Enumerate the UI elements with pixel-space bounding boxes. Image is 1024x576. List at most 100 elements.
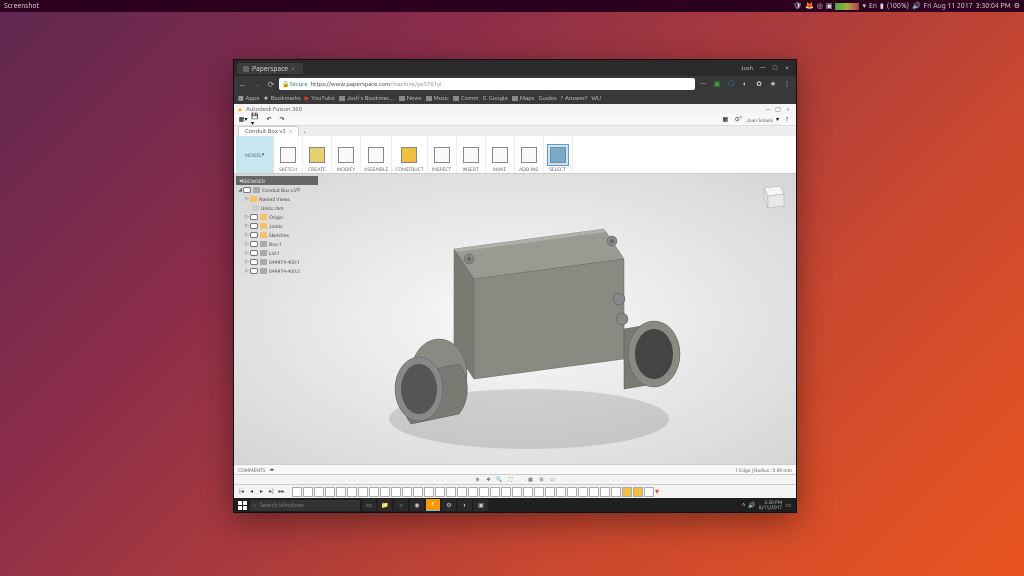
tree-item[interactable]: ▷Named Views	[236, 194, 318, 203]
timeline-feature[interactable]	[358, 487, 368, 497]
chrome-titlebar[interactable]: Paperspace × Josh ─ □ ×	[234, 60, 796, 76]
timeline-feature[interactable]	[523, 487, 533, 497]
data-panel-icon[interactable]: ▦	[720, 115, 730, 125]
tree-item[interactable]: ▷Joints	[236, 221, 318, 230]
ribbon-insert[interactable]: INSERT	[457, 136, 486, 173]
timeline-feature[interactable]	[534, 487, 544, 497]
fit-icon[interactable]: ⛶	[507, 476, 515, 484]
chrome-tray-icon[interactable]: ◎	[817, 2, 823, 10]
timeline-feature[interactable]	[589, 487, 599, 497]
timeline-feature[interactable]	[303, 487, 313, 497]
file-menu-icon[interactable]: ▦▾	[238, 115, 248, 125]
extension-icon[interactable]: ⋯	[697, 78, 709, 90]
ribbon-sketch[interactable]: SKETCH	[274, 136, 303, 173]
timeline-feature[interactable]	[424, 487, 434, 497]
tree-item[interactable]: ▷Box:1	[236, 239, 318, 248]
bookmark-folder[interactable]: Comm	[453, 95, 479, 102]
timeline-feature[interactable]	[336, 487, 346, 497]
workspace-switcher[interactable]: MODEL ▾	[236, 136, 274, 173]
timeline-feature[interactable]	[644, 487, 654, 497]
address-bar[interactable]: 🔒 Secure https://www.paperspace.com/mach…	[279, 78, 695, 90]
ribbon-inspect[interactable]: INSPECT	[428, 136, 457, 173]
maximize-button[interactable]: □	[769, 63, 781, 73]
extension-icon[interactable]: ◐	[739, 78, 751, 90]
timeline-fwd-icon[interactable]: ▸|	[267, 487, 276, 496]
grid-icon[interactable]: ⊞	[538, 476, 546, 484]
orbit-icon[interactable]: ⊕	[474, 476, 482, 484]
time[interactable]: 3:30:04 PM	[976, 2, 1011, 10]
settings-icon[interactable]: ⚙	[442, 499, 456, 511]
extension-icon[interactable]: ★	[767, 78, 779, 90]
bookmark-item[interactable]: ? Answer?	[561, 95, 588, 102]
explorer-icon[interactable]: 📁	[378, 499, 392, 511]
dropbox-icon[interactable]: ▣	[826, 2, 833, 10]
timeline-feature[interactable]	[600, 487, 610, 497]
tree-item[interactable]: ▷Lid:1	[236, 248, 318, 257]
date[interactable]: Fri Aug 11 2017	[924, 2, 973, 10]
start-button[interactable]	[236, 499, 248, 511]
back-button[interactable]: ←	[237, 78, 249, 90]
notifications-icon[interactable]: ▭	[785, 502, 791, 509]
viewport[interactable]: ◂ BROWSER ◢Conduit Box v3 ⊙ ▷Named Views…	[234, 174, 796, 464]
tree-item[interactable]: ▷Sketches	[236, 230, 318, 239]
save-icon[interactable]: 💾▾	[251, 115, 261, 125]
timeline-feature[interactable]	[578, 487, 588, 497]
dropdown-icon[interactable]: ▾	[776, 116, 779, 123]
timeline-feature[interactable]	[567, 487, 577, 497]
pan-icon[interactable]: ✥	[485, 476, 493, 484]
extension-icon[interactable]: ▣	[711, 78, 723, 90]
redo-icon[interactable]: ↷	[277, 115, 287, 125]
timeline-end-icon[interactable]: ▸▸	[277, 487, 286, 496]
minimize-button[interactable]: ─	[757, 63, 769, 73]
bookmark-item[interactable]: ▶ YouTube	[305, 95, 335, 102]
bookmark-folder[interactable]: Maps	[512, 95, 534, 102]
timeline-feature[interactable]	[314, 487, 324, 497]
ribbon-assemble[interactable]: ASSEMBLE	[361, 136, 392, 173]
volume-icon[interactable]: 🔊	[748, 502, 755, 509]
timeline-feature[interactable]	[413, 487, 423, 497]
timeline-feature[interactable]	[468, 487, 478, 497]
timeline-play-icon[interactable]: ▸	[257, 487, 266, 496]
timeline-feature[interactable]	[325, 487, 335, 497]
zoom-icon[interactable]: 🔍	[496, 476, 504, 484]
browser-tab[interactable]: Paperspace ×	[237, 63, 303, 74]
edge-icon[interactable]: e	[394, 499, 408, 511]
app-icon[interactable]: ▣	[474, 499, 488, 511]
app-icon[interactable]: ◐	[458, 499, 472, 511]
bookmark-folder[interactable]: News	[399, 95, 422, 102]
tray-app-icon[interactable]: 🦊	[805, 2, 814, 10]
task-view-icon[interactable]: ▭	[362, 499, 376, 511]
close-button[interactable]: ×	[781, 63, 793, 73]
timeline-feature[interactable]	[435, 487, 445, 497]
keyboard-lang[interactable]: En	[869, 2, 877, 10]
timeline-feature[interactable]	[633, 487, 643, 497]
timeline-feature[interactable]	[292, 487, 302, 497]
tree-item[interactable]: ▷Origin	[236, 212, 318, 221]
timeline-feature[interactable]	[479, 487, 489, 497]
tree-item[interactable]: Units: mm	[236, 203, 318, 212]
close-tab-icon[interactable]: ×	[289, 128, 292, 135]
apps-button[interactable]: ▦ Apps	[238, 95, 259, 102]
bookmark-item[interactable]: WU	[591, 95, 601, 102]
minimize-button[interactable]: ─	[763, 105, 773, 113]
forward-button[interactable]: →	[251, 78, 263, 90]
undo-icon[interactable]: ↶	[264, 115, 274, 125]
system-monitor-icon[interactable]	[835, 3, 859, 10]
bookmark-item[interactable]: ★ Bookmarks	[263, 95, 300, 102]
timeline-marker[interactable]: ▾	[655, 487, 659, 496]
session-icon[interactable]: ⚙	[1014, 2, 1020, 10]
display-icon[interactable]: ▦	[527, 476, 535, 484]
ribbon-construct[interactable]: CONSTRUCT	[392, 136, 427, 173]
timeline-feature[interactable]	[512, 487, 522, 497]
timeline-feature[interactable]	[391, 487, 401, 497]
timeline-back-icon[interactable]: ◂	[247, 487, 256, 496]
document-tab[interactable]: Conduit Box v3 ×	[238, 126, 299, 136]
reload-button[interactable]: ⟳	[265, 78, 277, 90]
ribbon-modify[interactable]: MODIFY	[332, 136, 361, 173]
browser-header[interactable]: ◂ BROWSER	[236, 176, 318, 185]
clock[interactable]: 3:30 PM 8/11/2017	[759, 500, 782, 510]
timeline-feature[interactable]	[402, 487, 412, 497]
comments-bar[interactable]: COMMENTS ◂▸ 1 Edge | Radius : 0.00 mm	[234, 464, 796, 474]
timeline-feature[interactable]	[556, 487, 566, 497]
help-icon[interactable]: ?	[782, 115, 792, 125]
